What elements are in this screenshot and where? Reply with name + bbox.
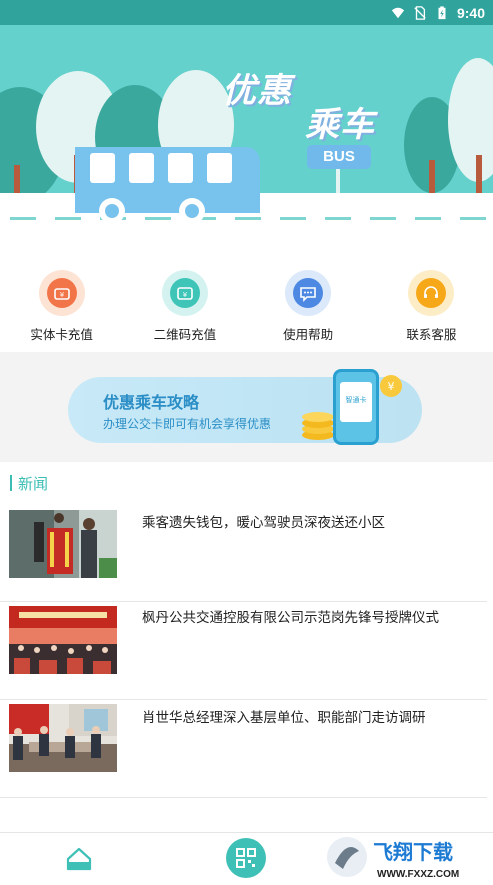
promo-title: 优惠乘车攻略 — [103, 393, 200, 412]
action-label: 联系客服 — [406, 327, 457, 342]
banner-illustration — [0, 58, 493, 250]
svg-text:¥: ¥ — [59, 291, 64, 299]
action-label: 使用帮助 — [283, 327, 334, 342]
news-headline: 枫丹公共交通控股有限公司示范岗先锋号授牌仪式 — [142, 610, 439, 626]
news-thumbnail — [9, 510, 117, 578]
news-item[interactable]: 肖世华总经理深入基层单位、职能部门走访调研 — [0, 700, 487, 798]
svg-text:¥: ¥ — [183, 291, 188, 299]
promo-section: 优惠乘车攻略 办理公交卡即可有机会享得优惠 智通卡 ¥ — [0, 352, 493, 462]
bus-sign: BUS — [307, 145, 371, 169]
news-thumbnail — [9, 606, 117, 674]
news-header: 新闻 — [10, 473, 48, 493]
quick-actions: ¥ 实体卡充值 ¥ 二维码充值 使用帮助 联系客服 — [0, 250, 493, 352]
action-label: 二维码充值 — [153, 327, 217, 342]
banner-title-line1: 优惠 — [222, 71, 292, 111]
promo-banner[interactable]: 优惠 乘车 BUS — [0, 25, 493, 250]
watermark-logo: 飞翔下载 WWW.FXXZ.COM — [325, 833, 485, 885]
news-item[interactable]: 乘客遗失钱包，暖心驾驶员深夜送还小区 — [0, 504, 487, 602]
action-card-recharge[interactable]: ¥ 实体卡充值 — [0, 250, 123, 352]
status-bar: 9:40 — [0, 0, 493, 25]
qr-recharge-icon: ¥ — [161, 270, 208, 316]
qr-code-button[interactable] — [226, 838, 266, 878]
action-help[interactable]: 使用帮助 — [247, 250, 370, 352]
status-time: 9:40 — [456, 4, 485, 21]
banner-title-line2: 乘车 — [305, 105, 375, 145]
home-icon[interactable] — [66, 847, 92, 871]
phone-card-text: 智通卡 — [340, 382, 372, 422]
promo-card[interactable]: 优惠乘车攻略 办理公交卡即可有机会享得优惠 智通卡 ¥ — [68, 369, 422, 445]
watermark-brand: 飞翔下载 — [373, 840, 453, 864]
action-qr-recharge[interactable]: ¥ 二维码充值 — [123, 250, 246, 352]
promo-subtitle: 办理公交卡即可有机会享得优惠 — [103, 417, 272, 431]
help-chat-icon — [285, 270, 332, 316]
coin-icon: ¥ — [380, 375, 402, 397]
wifi-icon — [391, 7, 405, 18]
action-label: 实体卡充值 — [30, 327, 93, 342]
battery-icon — [438, 5, 446, 19]
news-header-title: 新闻 — [18, 474, 49, 493]
no-sim-icon — [414, 5, 426, 20]
watermark-url: WWW.FXXZ.COM — [377, 869, 459, 880]
news-section: 新闻 乘客遗失钱包，暖心驾驶员深夜送还小区 枫丹公共交通控股有限公司示范岗先锋号… — [0, 462, 493, 832]
qr-code-icon — [236, 848, 256, 868]
svg-text:¥: ¥ — [388, 380, 395, 393]
news-item[interactable]: 枫丹公共交通控股有限公司示范岗先锋号授牌仪式 — [0, 602, 487, 700]
phone-card-icon: 智通卡 — [333, 369, 379, 445]
news-headline: 肖世华总经理深入基层单位、职能部门走访调研 — [142, 710, 426, 726]
news-header-bar — [10, 475, 12, 491]
news-thumbnail — [9, 704, 117, 772]
headset-icon — [408, 270, 455, 316]
card-recharge-icon: ¥ — [38, 270, 85, 316]
action-contact-service[interactable]: 联系客服 — [370, 250, 493, 352]
news-headline: 乘客遗失钱包，暖心驾驶员深夜送还小区 — [142, 515, 385, 531]
bottom-nav: 飞翔下载 WWW.FXXZ.COM — [0, 832, 493, 885]
